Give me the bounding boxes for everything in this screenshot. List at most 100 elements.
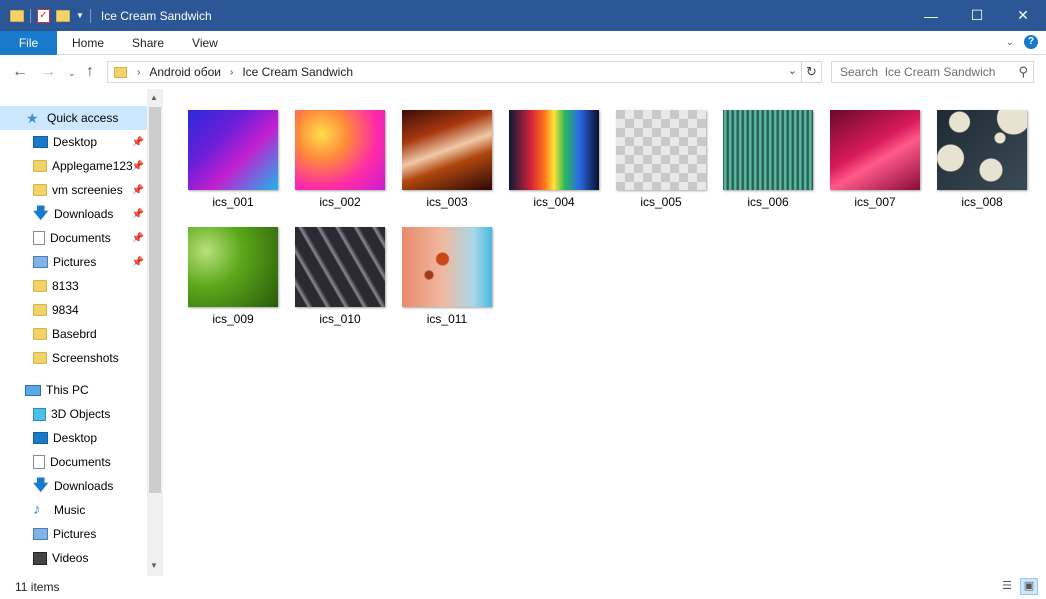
file-name: ics_005	[640, 195, 682, 209]
file-item[interactable]: ics_002	[294, 110, 386, 220]
sidebar-item-label: 8133	[52, 279, 79, 293]
documents-icon	[33, 455, 45, 469]
file-item[interactable]: ics_010	[294, 227, 386, 337]
sidebar-item-label: Screenshots	[52, 351, 119, 365]
sidebar-scrollbar[interactable]: ▲ ▼	[147, 89, 163, 576]
sidebar-item-this-pc[interactable]: This PC	[0, 378, 147, 402]
tab-share[interactable]: Share	[118, 31, 178, 55]
expand-ribbon-icon[interactable]: ⌄	[1006, 37, 1014, 48]
sidebar-item-applegame123[interactable]: Applegame123 📌	[0, 154, 147, 178]
breadcrumb-ice-cream-sandwich[interactable]: Ice Cream Sandwich	[242, 65, 353, 79]
sidebar-item-label: 3D Objects	[51, 407, 111, 421]
sidebar-item-music[interactable]: ♪ Music	[0, 498, 147, 522]
file-item[interactable]: ics_003	[401, 110, 493, 220]
desktop-icon	[33, 136, 48, 148]
scrollbar-thumb[interactable]	[149, 107, 161, 493]
file-item[interactable]: ics_001	[187, 110, 279, 220]
sidebar-item-documents[interactable]: Documents 📌	[0, 226, 147, 250]
pictures-icon	[33, 528, 48, 540]
navigation-pane: ★ Quick access Desktop 📌 Applegame123 📌 …	[0, 89, 163, 576]
back-icon[interactable]: ←	[12, 63, 28, 81]
refresh-icon[interactable]: ↻	[802, 61, 822, 83]
details-view-icon[interactable]: ☰	[998, 578, 1016, 595]
sidebar-item-pictures-pc[interactable]: Pictures	[0, 522, 147, 546]
file-item[interactable]: ics_005	[615, 110, 707, 220]
download-icon: 🡇	[33, 205, 49, 222]
address-dropdown-icon[interactable]: ⌄	[788, 64, 797, 77]
sidebar-item-quick-access[interactable]: ★ Quick access	[0, 106, 147, 130]
file-item[interactable]: ics_008	[936, 110, 1028, 220]
tab-home[interactable]: Home	[57, 31, 118, 55]
folder-icon	[33, 328, 47, 340]
ribbon-right-controls: ⌄ ?	[1006, 35, 1038, 49]
pin-icon[interactable]: 📌	[132, 233, 144, 244]
minimize-icon[interactable]: —	[908, 0, 954, 31]
tab-file[interactable]: File	[0, 30, 57, 55]
sidebar-item-label: Desktop	[53, 431, 98, 445]
file-item[interactable]: ics_009	[187, 227, 279, 337]
sidebar-item-label: Downloads	[54, 207, 114, 221]
pin-icon[interactable]: 📌	[132, 257, 144, 268]
file-name: ics_007	[854, 195, 896, 209]
file-item[interactable]: ics_006	[722, 110, 814, 220]
pin-icon[interactable]: 📌	[132, 161, 144, 172]
sidebar-item-8133[interactable]: 8133	[0, 274, 147, 298]
search-input[interactable]	[840, 62, 1015, 82]
up-icon[interactable]: ↑	[86, 63, 94, 81]
file-name: ics_004	[533, 195, 575, 209]
desktop-icon	[33, 432, 48, 444]
sidebar-item-desktop[interactable]: Desktop 📌	[0, 130, 147, 154]
file-name: ics_003	[426, 195, 468, 209]
folder-icon	[33, 160, 47, 172]
window-controls: — ☐ ✕	[908, 0, 1046, 31]
tab-view[interactable]: View	[178, 31, 232, 55]
sidebar-item-label: Downloads	[54, 479, 114, 493]
properties-icon[interactable]: ✓	[37, 8, 50, 23]
file-item[interactable]: ics_004	[508, 110, 600, 220]
sidebar-item-3d-objects[interactable]: 3D Objects	[0, 402, 147, 426]
help-icon[interactable]: ?	[1024, 35, 1038, 49]
thumbnail	[188, 110, 278, 190]
pin-icon[interactable]: 📌	[132, 185, 144, 196]
file-item[interactable]: ics_007	[829, 110, 921, 220]
large-icons-view-icon[interactable]: ▣	[1020, 578, 1038, 595]
sidebar-item-documents-pc[interactable]: Documents	[0, 450, 147, 474]
maximize-icon[interactable]: ☐	[954, 0, 1000, 31]
file-list: ics_001 ics_002 ics_003 ics_004 ics_005 …	[163, 89, 1046, 576]
sidebar-item-basebrd[interactable]: Basebrd	[0, 322, 147, 346]
file-item[interactable]: ics_011	[401, 227, 493, 337]
sidebar-item-desktop-pc[interactable]: Desktop	[0, 426, 147, 450]
sidebar-item-label: Documents	[50, 455, 111, 469]
sidebar-item-9834[interactable]: 9834	[0, 298, 147, 322]
star-icon: ★	[26, 110, 39, 126]
pin-icon[interactable]: 📌	[132, 209, 144, 220]
breadcrumb-chevron-icon[interactable]: ›	[137, 67, 140, 78]
sidebar-item-label: 9834	[52, 303, 79, 317]
close-icon[interactable]: ✕	[1000, 0, 1046, 31]
breadcrumb-chevron-icon[interactable]: ›	[230, 67, 233, 78]
status-bar: 11 items ☰ ▣	[0, 576, 1046, 599]
address-bar[interactable]: › Android обои › Ice Cream Sandwich ⌄	[107, 61, 802, 83]
search-icon[interactable]: ⚲	[1018, 64, 1028, 80]
breadcrumb-android-oboi[interactable]: Android обои	[149, 65, 221, 79]
new-folder-icon[interactable]	[56, 9, 70, 22]
scroll-up-icon[interactable]: ▲	[150, 93, 158, 102]
forward-icon[interactable]: →	[40, 63, 56, 81]
sidebar-item-screenshots[interactable]: Screenshots	[0, 346, 147, 370]
thumbnail	[188, 227, 278, 307]
sidebar-item-downloads-pc[interactable]: 🡇 Downloads	[0, 474, 147, 498]
file-name: ics_009	[212, 312, 254, 326]
download-icon: 🡇	[33, 477, 49, 494]
sidebar-item-videos[interactable]: Videos	[0, 546, 147, 570]
recent-locations-icon[interactable]: ⌄	[68, 68, 76, 79]
pin-icon[interactable]: 📌	[132, 137, 144, 148]
customize-toolbar-icon[interactable]: ▼	[76, 11, 84, 20]
sidebar-item-pictures[interactable]: Pictures 📌	[0, 250, 147, 274]
scroll-down-icon[interactable]: ▼	[150, 561, 158, 570]
folder-icon	[10, 9, 24, 22]
sidebar-item-label: Pictures	[53, 255, 97, 269]
sidebar-item-downloads[interactable]: 🡇 Downloads 📌	[0, 202, 147, 226]
sidebar-item-vm-screenies[interactable]: vm screenies 📌	[0, 178, 147, 202]
file-name: ics_010	[319, 312, 361, 326]
thumbnail	[937, 110, 1027, 190]
